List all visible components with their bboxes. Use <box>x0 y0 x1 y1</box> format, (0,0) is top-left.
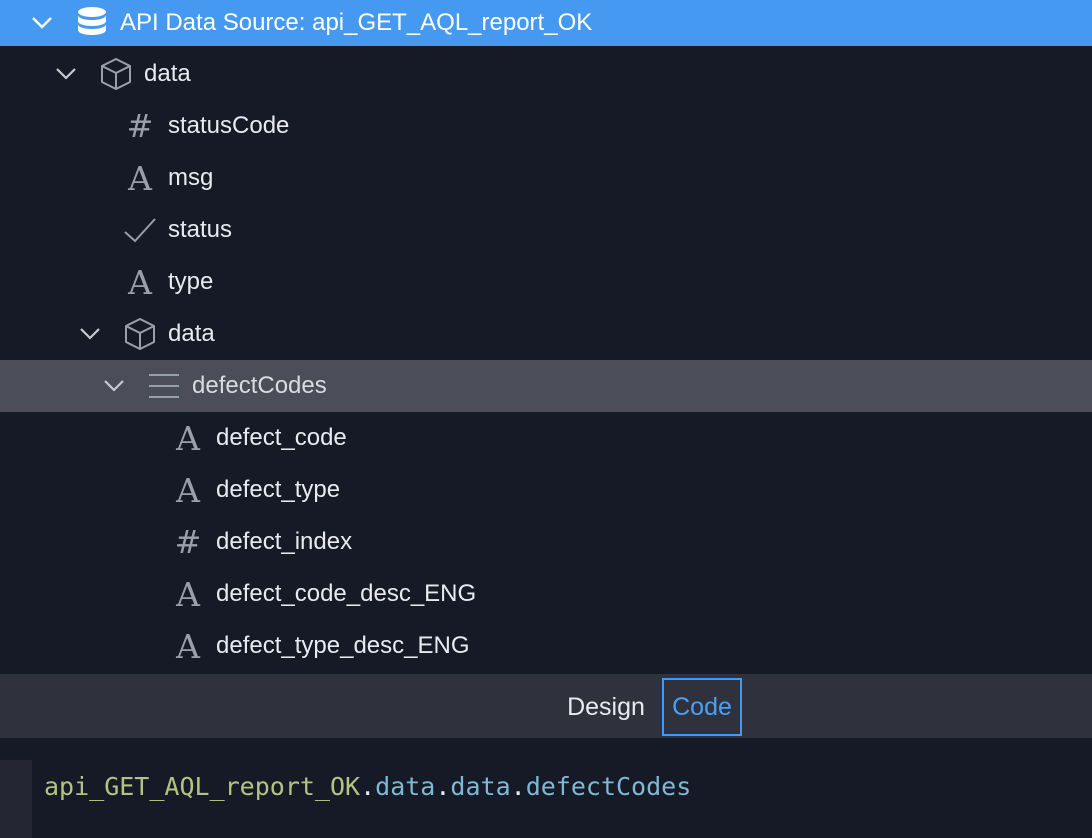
chevron-down-icon[interactable] <box>98 370 130 402</box>
tree-item-label: type <box>168 268 214 295</box>
tab-code[interactable]: Code <box>662 678 742 736</box>
code-line[interactable]: api_GET_AQL_report_OK.data.data.defectCo… <box>44 772 691 801</box>
tree-item-defect-type[interactable]: A defect_type <box>0 464 1092 516</box>
code-token-root: api_GET_AQL_report_OK <box>44 772 361 801</box>
tree-item-label: msg <box>168 164 214 191</box>
chevron-down-icon[interactable] <box>74 318 106 350</box>
text-icon: A <box>128 158 152 198</box>
code-token-property: data <box>450 772 511 801</box>
cube-icon <box>122 316 158 352</box>
cube-icon <box>98 56 134 92</box>
hash-icon: # <box>126 107 154 145</box>
text-icon: A <box>128 262 152 302</box>
tree-item-statuscode[interactable]: # statusCode <box>0 100 1092 152</box>
tree-item-label: defect_type_desc_ENG <box>216 632 470 659</box>
tab-design[interactable]: Design <box>556 678 656 736</box>
tree-item-defect-code-desc-eng[interactable]: A defect_code_desc_ENG <box>0 568 1092 620</box>
tree-root-api-data-source[interactable]: API Data Source: api_GET_AQL_report_OK <box>0 0 1092 46</box>
chevron-down-icon[interactable] <box>50 58 82 90</box>
tree-item-label: defect_code_desc_ENG <box>216 580 477 607</box>
database-icon <box>74 5 110 41</box>
text-icon: A <box>176 574 200 614</box>
tree-item-label: defect_type <box>216 476 341 503</box>
tree-item-type[interactable]: A type <box>0 256 1092 308</box>
text-icon: A <box>176 470 200 510</box>
text-icon: A <box>176 626 200 666</box>
tree-item-data[interactable]: data <box>0 48 1092 100</box>
tree-item-data-nested[interactable]: data <box>0 308 1092 360</box>
tree-item-defect-code[interactable]: A defect_code <box>0 412 1092 464</box>
tree-item-defectcodes[interactable]: defectCodes <box>0 360 1092 412</box>
chevron-down-icon[interactable] <box>26 7 58 39</box>
hash-icon: # <box>174 523 202 561</box>
tree-item-label: defectCodes <box>192 372 327 399</box>
check-icon <box>122 212 158 248</box>
tree-item-msg[interactable]: A msg <box>0 152 1092 204</box>
code-token-property: defectCodes <box>525 772 692 801</box>
tree-item-label: statusCode <box>168 112 290 139</box>
list-icon <box>146 368 182 404</box>
tree-item-label: data <box>168 320 215 347</box>
tree-root-label: API Data Source: api_GET_AQL_report_OK <box>120 9 593 36</box>
tree-item-label: defect_index <box>216 528 353 555</box>
tree-item-label: status <box>168 216 233 243</box>
code-token-property: data <box>375 772 436 801</box>
text-icon: A <box>176 418 200 458</box>
code-token-dot: . <box>360 772 376 801</box>
code-token-dot: . <box>435 772 451 801</box>
view-tab-bar: Design Code <box>0 674 1092 738</box>
code-token-dot: . <box>510 772 526 801</box>
tree-item-defect-type-desc-eng[interactable]: A defect_type_desc_ENG <box>0 620 1092 672</box>
code-editor[interactable]: api_GET_AQL_report_OK.data.data.defectCo… <box>0 738 1092 838</box>
tree-item-label: defect_code <box>216 424 347 451</box>
tree-item-label: data <box>144 60 191 87</box>
editor-gutter <box>0 760 32 838</box>
schema-tree: API Data Source: api_GET_AQL_report_OK d… <box>0 0 1092 674</box>
tree-item-status[interactable]: status <box>0 204 1092 256</box>
tree-item-defect-index[interactable]: # defect_index <box>0 516 1092 568</box>
